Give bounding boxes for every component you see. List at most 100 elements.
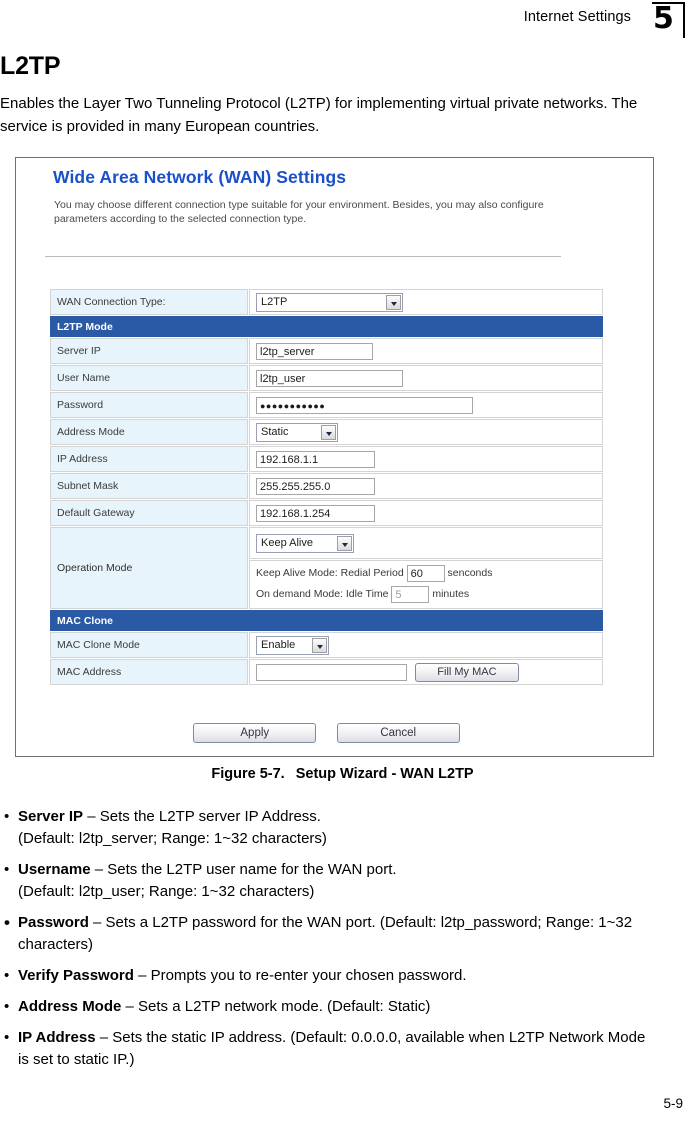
list-item: • Username – Sets the L2TP user name for… — [0, 859, 660, 903]
router-admin-page: Wide Area Network (WAN) Settings You may… — [16, 158, 653, 756]
ip-address-label: IP Address — [50, 446, 248, 472]
section-header-l2tp-mode: L2TP Mode — [50, 316, 603, 337]
wan-settings-description: You may choose different connection type… — [54, 199, 544, 225]
bullet-icon: • — [4, 861, 10, 878]
on-demand-line: On demand Mode: Idle Time 5 minutes — [256, 584, 602, 605]
figure-caption-label: Figure 5-7. — [211, 766, 285, 782]
user-name-cell: l2tp_user — [249, 365, 603, 391]
fill-my-mac-button[interactable]: Fill My MAC — [414, 662, 519, 682]
section-header-mac-clone: MAC Clone — [50, 610, 603, 631]
list-item-term: Server IP — [18, 808, 84, 825]
subnet-mask-input[interactable]: 255.255.255.0 — [256, 477, 375, 495]
page-header: Internet Settings 5 — [0, 0, 685, 42]
keep-alive-prefix: Keep Alive Mode: Redial Period — [256, 567, 404, 579]
table-row: Default Gateway 192.168.1.254 — [50, 500, 603, 526]
section-header-mac-clone-label: MAC Clone — [50, 610, 603, 631]
list-item-text: – Sets the static IP address. (Default: … — [18, 1029, 646, 1068]
figure-caption-text: Setup Wizard - WAN L2TP — [295, 766, 474, 782]
ip-address-cell: 192.168.1.1 — [249, 446, 603, 472]
bullet-icon: • — [4, 1029, 10, 1046]
page-number: 5-9 — [663, 1096, 683, 1111]
mac-clone-mode-cell: Enable — [249, 632, 603, 658]
cancel-button[interactable]: Cancel — [336, 723, 460, 743]
address-mode-label: Address Mode — [50, 419, 248, 445]
list-item-text: – Sets the L2TP server IP Address. — [83, 808, 321, 825]
subnet-mask-label: Subnet Mask — [50, 473, 248, 499]
intro-paragraph: Enables the Layer Two Tunneling Protocol… — [0, 95, 638, 135]
table-row: Address Mode Static — [50, 419, 603, 445]
operation-mode-label: Operation Mode — [50, 527, 248, 609]
server-ip-input[interactable]: l2tp_server — [256, 342, 373, 360]
page-title: L2TP — [0, 52, 61, 80]
chapter-number: 5 — [653, 1, 674, 36]
list-item-subtext: (Default: l2tp_server; Range: 1~32 chara… — [18, 830, 327, 847]
list-item: • IP Address – Sets the static IP addres… — [0, 1027, 660, 1071]
table-row: IP Address 192.168.1.1 — [50, 446, 603, 472]
apply-button[interactable]: Apply — [193, 723, 317, 743]
bullet-icon: • — [4, 998, 10, 1015]
mac-clone-mode-label: MAC Clone Mode — [50, 632, 248, 658]
operation-mode-parameters-cell: Keep Alive Mode: Redial Period 60 sencon… — [249, 560, 603, 609]
password-cell: ●●●●●●●●●●● — [249, 392, 603, 418]
bullet-icon: • — [4, 967, 10, 984]
list-item-term: Address Mode — [18, 998, 122, 1015]
wan-settings-table: WAN Connection Type: L2TP L2TP Mode Serv… — [49, 288, 604, 686]
list-item-text: – Sets a L2TP network mode. (Default: St… — [121, 998, 431, 1015]
list-item-text: – Sets the L2TP user name for the WAN po… — [90, 861, 397, 878]
mac-address-cell: Fill My MAC — [249, 659, 603, 685]
idle-time-input[interactable]: 5 — [391, 585, 430, 603]
list-item-term: Password — [18, 914, 89, 931]
section-header-l2tp-mode-label: L2TP Mode — [50, 316, 603, 337]
address-mode-value: Static — [261, 425, 289, 438]
user-name-input[interactable]: l2tp_user — [256, 369, 403, 387]
chapter-marker: 5 — [645, 2, 685, 38]
operation-mode-value: Keep Alive — [261, 536, 313, 549]
default-gateway-cell: 192.168.1.254 — [249, 500, 603, 526]
list-item: • Password – Sets a L2TP password for th… — [0, 912, 660, 956]
form-actions: Apply Cancel — [49, 723, 604, 743]
address-mode-select[interactable]: Static — [256, 422, 338, 442]
server-ip-cell: l2tp_server — [249, 338, 603, 364]
user-name-label: User Name — [50, 365, 248, 391]
list-item: • Verify Password – Prompts you to re-en… — [0, 965, 660, 987]
wan-connection-type-select[interactable]: L2TP — [256, 292, 403, 312]
chevron-down-icon[interactable] — [312, 637, 327, 653]
on-demand-unit: minutes — [432, 588, 470, 600]
bullet-icon: • — [4, 808, 10, 825]
list-item-text: – Sets a L2TP password for the WAN port.… — [18, 914, 633, 953]
wan-connection-type-label: WAN Connection Type: — [50, 289, 248, 315]
list-item-term: Username — [18, 861, 91, 878]
operation-mode-select[interactable]: Keep Alive — [256, 533, 354, 553]
table-row: Server IP l2tp_server — [50, 338, 603, 364]
list-item: • Address Mode – Sets a L2TP network mod… — [0, 996, 660, 1018]
on-demand-prefix: On demand Mode: Idle Time — [256, 588, 389, 600]
table-row: MAC Address Fill My MAC — [50, 659, 603, 685]
divider — [45, 256, 561, 257]
list-item-term: IP Address — [18, 1029, 96, 1046]
chevron-down-icon[interactable] — [337, 535, 352, 551]
parameter-description-list: • Server IP – Sets the L2TP server IP Ad… — [0, 806, 660, 1080]
bullet-icon: • — [4, 913, 10, 932]
mac-address-input[interactable] — [256, 663, 407, 681]
table-row: Subnet Mask 255.255.255.0 — [50, 473, 603, 499]
mac-address-label: MAC Address — [50, 659, 248, 685]
chevron-down-icon[interactable] — [386, 294, 401, 310]
mac-clone-mode-value: Enable — [261, 638, 296, 651]
address-mode-cell: Static — [249, 419, 603, 445]
redial-period-input[interactable]: 60 — [406, 564, 445, 582]
list-item: • Server IP – Sets the L2TP server IP Ad… — [0, 806, 660, 850]
chevron-down-icon[interactable] — [321, 424, 336, 440]
running-header-title: Internet Settings — [523, 9, 631, 25]
password-input[interactable]: ●●●●●●●●●●● — [256, 396, 473, 414]
wan-settings-title: Wide Area Network (WAN) Settings — [53, 167, 347, 187]
list-item-text: – Prompts you to re-enter your chosen pa… — [133, 967, 467, 984]
server-ip-label: Server IP — [50, 338, 248, 364]
default-gateway-input[interactable]: 192.168.1.254 — [256, 504, 375, 522]
subnet-mask-cell: 255.255.255.0 — [249, 473, 603, 499]
default-gateway-label: Default Gateway — [50, 500, 248, 526]
ip-address-input[interactable]: 192.168.1.1 — [256, 450, 375, 468]
table-row: MAC Clone Mode Enable — [50, 632, 603, 658]
table-row: Password ●●●●●●●●●●● — [50, 392, 603, 418]
wan-connection-type-cell: L2TP — [249, 289, 603, 315]
mac-clone-mode-select[interactable]: Enable — [256, 635, 329, 655]
